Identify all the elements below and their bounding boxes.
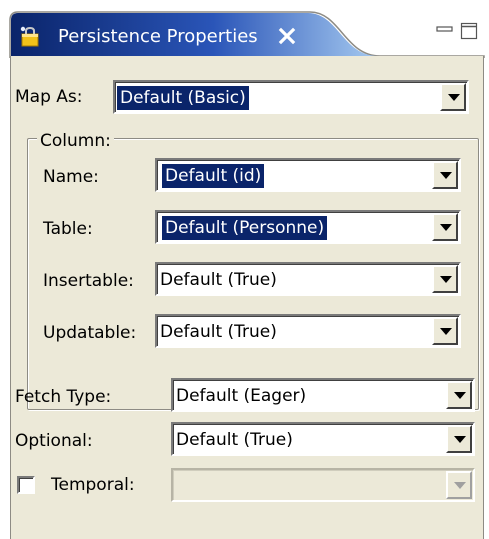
map-as-dropdown-button[interactable]	[440, 83, 466, 111]
name-dropdown-button[interactable]	[432, 161, 458, 189]
optional-dropdown-button[interactable]	[446, 425, 472, 453]
updatable-label: Updatable:	[43, 323, 137, 343]
fetch-type-value: Default (Eager)	[176, 386, 307, 406]
persistence-properties-view: Persistence Properties Map As: Default (…	[0, 0, 489, 539]
table-value: Default (Personne)	[162, 216, 328, 240]
temporal-value	[178, 474, 184, 498]
view-title: Persistence Properties	[58, 26, 258, 47]
chevron-down-icon	[440, 328, 452, 335]
name-label: Name:	[43, 167, 99, 187]
chevron-down-icon	[454, 436, 466, 443]
insertable-dropdown-button[interactable]	[432, 265, 458, 293]
map-as-label: Map As:	[15, 87, 83, 107]
fetch-type-label: Fetch Type:	[15, 387, 112, 407]
optional-label: Optional:	[15, 431, 93, 451]
chevron-down-icon	[440, 172, 452, 179]
fetch-type-combo[interactable]: Default (Eager)	[171, 378, 475, 412]
optional-value: Default (True)	[176, 430, 293, 450]
updatable-dropdown-button[interactable]	[432, 317, 458, 345]
chevron-down-icon	[440, 224, 452, 231]
table-combo[interactable]: Default (Personne)	[155, 210, 461, 244]
temporal-checkbox[interactable]	[17, 476, 35, 494]
insertable-combo[interactable]: Default (True)	[155, 262, 461, 296]
insertable-label: Insertable:	[43, 271, 134, 291]
fetch-type-dropdown-button[interactable]	[446, 381, 472, 409]
name-value: Default (id)	[162, 164, 265, 188]
table-label: Table:	[43, 219, 93, 239]
properties-panel: Map As: Default (Basic) Column: Name: De…	[10, 56, 484, 539]
optional-combo[interactable]: Default (True)	[171, 422, 475, 456]
updatable-combo[interactable]: Default (True)	[155, 314, 461, 348]
minimize-icon[interactable]	[436, 22, 454, 36]
close-icon[interactable]	[276, 25, 298, 47]
chevron-down-icon	[448, 94, 460, 101]
table-dropdown-button[interactable]	[432, 213, 458, 241]
insertable-value: Default (True)	[160, 270, 277, 290]
temporal-dropdown-button	[446, 471, 472, 499]
map-as-combo[interactable]: Default (Basic)	[113, 80, 469, 114]
map-as-value: Default (Basic)	[117, 86, 249, 110]
chevron-down-icon	[454, 482, 466, 489]
name-combo[interactable]: Default (id)	[155, 158, 461, 192]
chevron-down-icon	[454, 392, 466, 399]
temporal-combo	[171, 468, 475, 502]
maximize-icon[interactable]	[460, 22, 479, 41]
updatable-value: Default (True)	[160, 322, 277, 342]
temporal-label: Temporal:	[51, 475, 135, 495]
chevron-down-icon	[440, 276, 452, 283]
persistence-properties-icon	[20, 26, 39, 47]
column-group-legend: Column:	[37, 131, 114, 151]
view-tab-bar: Persistence Properties	[0, 0, 489, 58]
